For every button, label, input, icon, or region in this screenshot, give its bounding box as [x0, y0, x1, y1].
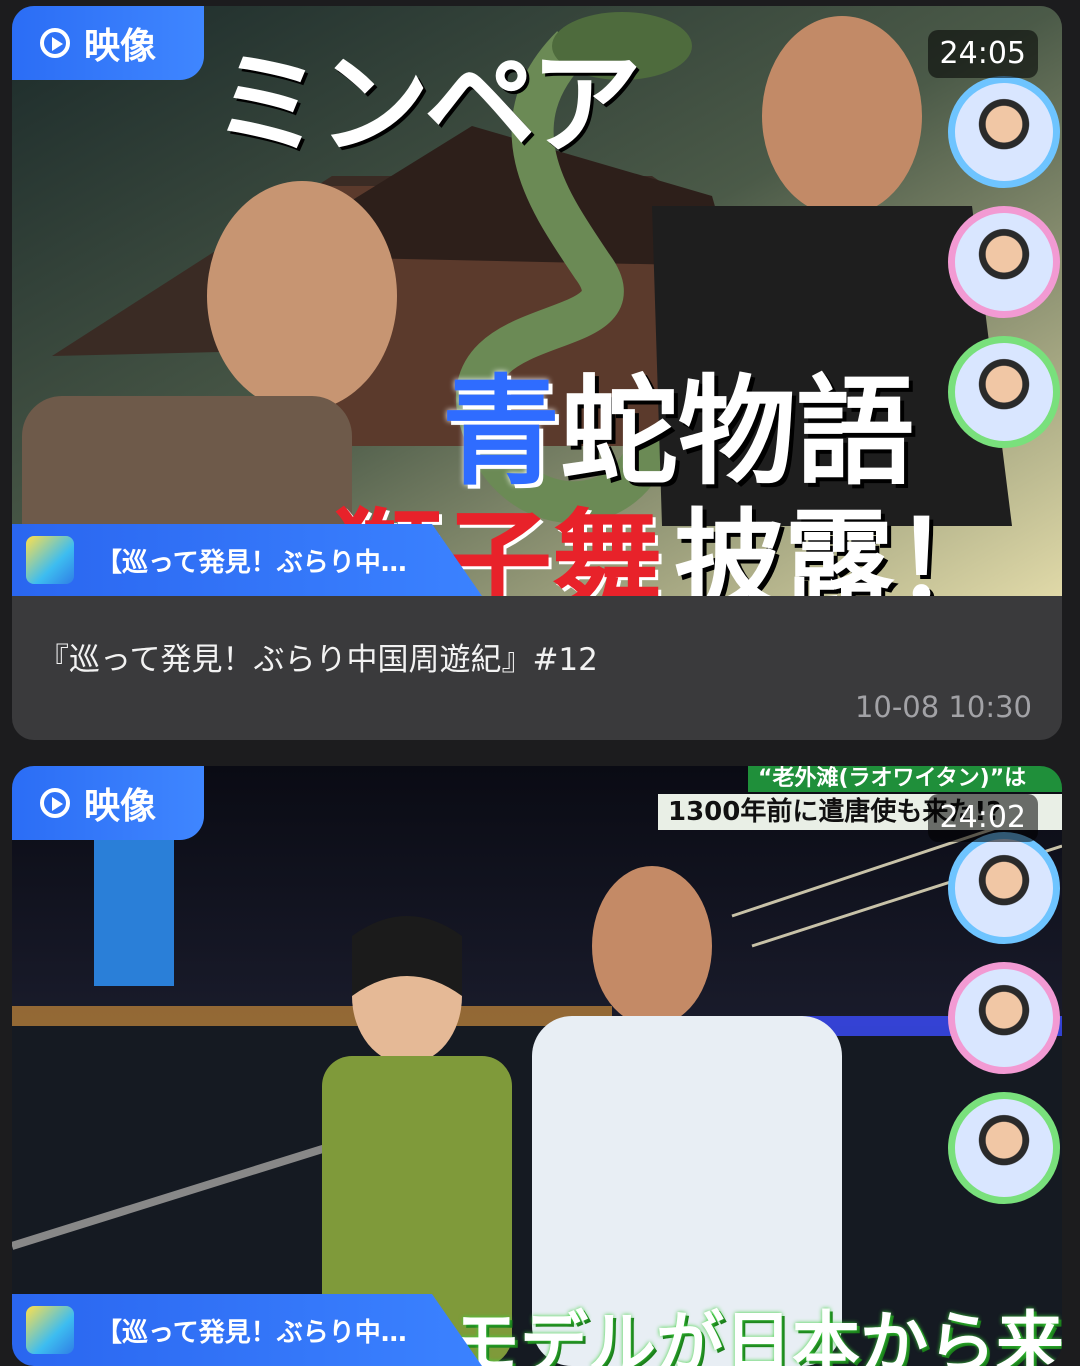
video-badge: 映像	[12, 6, 204, 80]
program-source-label: 【巡って発見！ぶらり中…	[96, 547, 407, 578]
overlay-title-top: ミンペア	[212, 40, 642, 170]
program-source-tag[interactable]: 【巡って発見！ぶらり中…	[12, 1294, 482, 1366]
guest-avatar-6	[948, 1092, 1060, 1204]
video-thumbnail-2[interactable]: “老外滩(ラオワイタン)”は 1300年前に遣唐使も来た!? モデルが日本から来…	[12, 766, 1062, 1366]
overlay-banner-top: “老外滩(ラオワイタン)”は	[748, 766, 1062, 792]
program-source-label: 【巡って発見！ぶらり中…	[96, 1317, 407, 1348]
video-duration: 24:05	[927, 30, 1038, 78]
video-duration: 24:02	[927, 794, 1038, 842]
guest-avatar-3	[948, 336, 1060, 448]
video-badge-label: 映像	[84, 26, 157, 67]
guest-avatar-1	[948, 76, 1060, 188]
overlay-sub-white: 披露！	[674, 498, 1004, 596]
video-badge: 映像	[12, 766, 204, 840]
play-circle-icon	[40, 788, 70, 818]
video-date: 10-08 10:30	[854, 690, 1032, 724]
guest-avatar-4	[948, 832, 1060, 944]
guest-avatar-5	[948, 962, 1060, 1074]
program-logo-icon	[26, 536, 74, 584]
video-card-1[interactable]: ミンペア 青 蛇物語 獅子舞 披露！ 映像 24:05 【巡って発見！ぶらり中……	[12, 6, 1062, 740]
play-circle-icon	[40, 28, 70, 58]
guest-avatar-2	[948, 206, 1060, 318]
overlay-subtitle: モデルが日本から来てる	[452, 1305, 1062, 1366]
video-card-2[interactable]: “老外滩(ラオワイタン)”は 1300年前に遣唐使も来た!? モデルが日本から来…	[12, 766, 1062, 1366]
thumbnail-scene-2	[12, 766, 1062, 1366]
video-badge-label: 映像	[84, 786, 157, 827]
program-source-tag[interactable]: 【巡って発見！ぶらり中…	[12, 524, 482, 596]
program-logo-icon	[26, 1306, 74, 1354]
video-title[interactable]: 『巡って発見！ぶらり中国周遊紀』#12	[38, 634, 598, 679]
video-thumbnail-1[interactable]: ミンペア 青 蛇物語 獅子舞 披露！ 映像 24:05 【巡って発見！ぶらり中…	[12, 6, 1062, 596]
